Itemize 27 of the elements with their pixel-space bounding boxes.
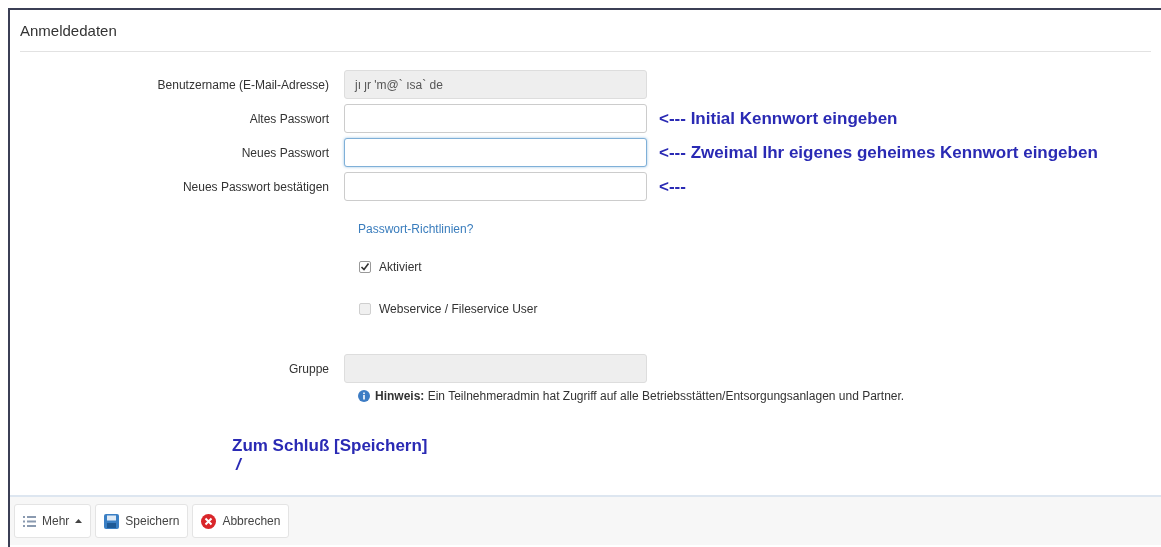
annotation-pointer: /	[234, 458, 243, 472]
input-field[interactable]	[344, 172, 647, 201]
list-icon	[23, 515, 36, 527]
cancel-button[interactable]: Abbrechen	[192, 504, 290, 538]
checkbox-label: Aktiviert	[379, 258, 422, 276]
info-icon	[358, 389, 370, 402]
field-label: Neues Passwort	[240, 144, 330, 162]
policy-link[interactable]: Passwort-Richtlinien?	[358, 221, 474, 236]
annotation: <--- Zweimal Ihr eigenes geheimes Kennwort eingeben	[659, 141, 1098, 164]
more-button[interactable]: Mehr	[14, 504, 92, 538]
annotation: <--- Initial Kennwort eingeben	[659, 107, 898, 130]
checkbox-label: Webservice / Fileservice User	[379, 300, 538, 318]
field-value: jı ȷr 'm@` ısa` de	[355, 76, 443, 94]
checkbox[interactable]	[359, 260, 371, 273]
cancel-icon	[201, 513, 217, 529]
field-label: Gruppe	[287, 360, 330, 378]
panel-title: Anmeldedaten	[20, 10, 1151, 52]
annotation: <---	[659, 175, 686, 198]
save-button[interactable]: Speichern	[95, 504, 189, 538]
input-field[interactable]	[344, 138, 647, 167]
caret-icon	[75, 519, 83, 523]
hint-text: Hinweis: Ein Teilnehmeradmin hat Zugriff auf alle Betriebsstätten/Entsorgungsanlagen und Partner.	[375, 387, 905, 405]
input-field[interactable]	[344, 104, 647, 133]
field-label: Benutzername (E-Mail-Adresse)	[156, 76, 330, 94]
field-label: Altes Passwort	[248, 110, 330, 128]
field-label: Neues Passwort bestätigen	[181, 178, 330, 196]
annotation: Zum Schluß [Speichern]	[232, 434, 429, 457]
